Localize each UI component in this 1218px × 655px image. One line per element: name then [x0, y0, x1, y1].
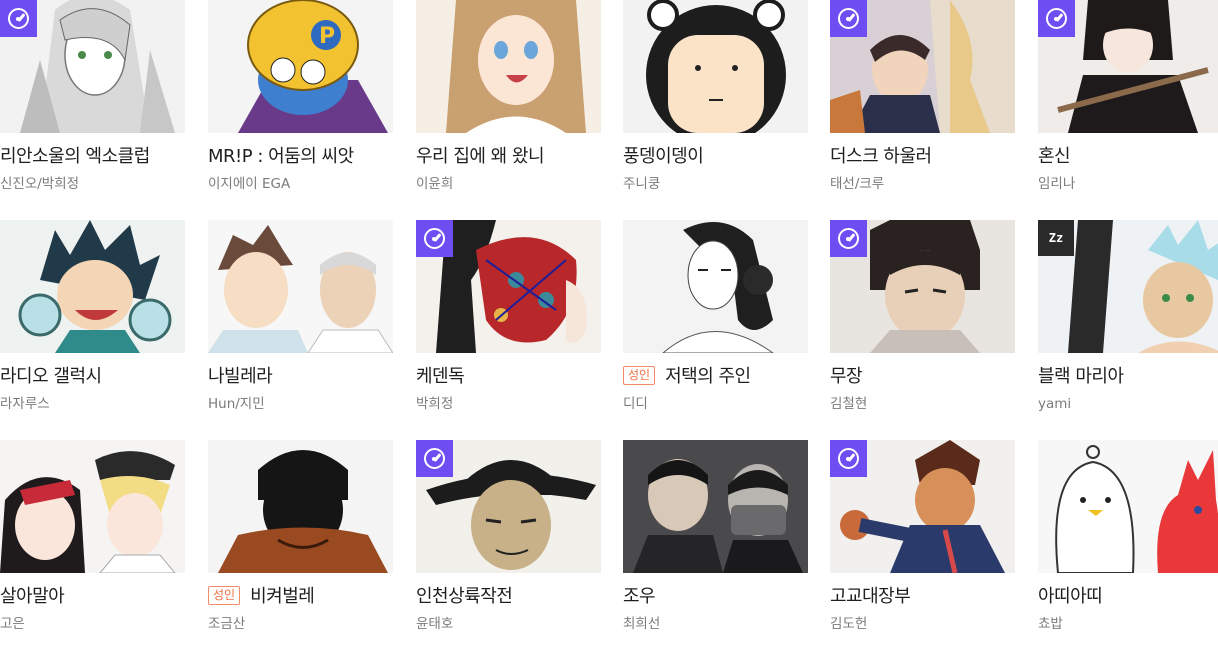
svg-text:P: P [319, 24, 335, 49]
webtoon-card[interactable]: 나빌레라 Hun/지민 [208, 220, 393, 435]
webtoon-author: yami [1038, 396, 1072, 412]
title-text: 저택의 주인 [665, 366, 751, 387]
thumbnail[interactable]: P [208, 0, 393, 133]
webtoon-author: 임리나 [1038, 176, 1076, 192]
webtoon-card[interactable]: 무장 김철현 [830, 220, 1015, 435]
webtoon-author: 조금산 [208, 616, 246, 632]
webtoon-author: 신진오/박희정 [0, 176, 80, 192]
webtoon-author: 최희선 [623, 616, 661, 632]
clock-icon [830, 440, 867, 477]
thumbnail[interactable] [208, 440, 393, 573]
clock-icon [0, 0, 37, 37]
title-text: 케덴독 [416, 366, 465, 387]
thumbnail[interactable] [1038, 440, 1218, 573]
title-text: 리안소울의 엑소클럽 [0, 146, 150, 167]
webtoon-card[interactable]: 고교대장부 김도헌 [830, 440, 1015, 655]
title-text: 고교대장부 [830, 586, 911, 607]
webtoon-title[interactable]: 조우 [623, 584, 813, 610]
title-text: 살아말아 [0, 586, 65, 607]
webtoon-card[interactable]: 성인 저택의 주인 디디 [623, 220, 808, 435]
webtoon-author: 고은 [0, 616, 25, 632]
webtoon-card[interactable]: 리안소울의 엑소클럽 신진오/박희정 [0, 0, 185, 215]
thumbnail[interactable] [0, 220, 185, 353]
thumbnail[interactable] [623, 220, 808, 353]
webtoon-author: 라자루스 [0, 396, 50, 412]
webtoon-title[interactable]: 혼신 [1038, 144, 1218, 170]
webtoon-author: 김철현 [830, 396, 868, 412]
webtoon-title[interactable]: 고교대장부 [830, 584, 1020, 610]
webtoon-card[interactable]: 우리 집에 왜 왔니 이윤희 [416, 0, 601, 215]
clock-icon [416, 440, 453, 477]
webtoon-card[interactable]: 혼신 임리나 [1038, 0, 1218, 215]
webtoon-title[interactable]: 성인 저택의 주인 [623, 364, 813, 390]
zz-icon: Zz [1038, 220, 1074, 256]
title-text: 조우 [623, 586, 656, 607]
thumbnail[interactable] [416, 0, 601, 133]
title-text: 아띠아띠 [1038, 586, 1103, 607]
webtoon-title[interactable]: 무장 [830, 364, 1020, 390]
webtoon-author: 김도헌 [830, 616, 868, 632]
webtoon-title[interactable]: 블랙 마리아 [1038, 364, 1218, 390]
webtoon-title[interactable]: 라디오 갤럭시 [0, 364, 190, 390]
title-text: 더스크 하울러 [830, 146, 932, 167]
title-text: 인천상륙작전 [416, 586, 513, 607]
webtoon-card[interactable]: 인천상륙작전 윤태호 [416, 440, 601, 655]
webtoon-card[interactable]: P MR!P : 어둠의 씨앗 이지에이 EGA [208, 0, 393, 215]
webtoon-title[interactable]: 풍뎅이뎅이 [623, 144, 813, 170]
webtoon-title[interactable]: MR!P : 어둠의 씨앗 [208, 144, 398, 170]
webtoon-card[interactable]: 풍뎅이뎅이 주니쿵 [623, 0, 808, 215]
webtoon-card[interactable]: Zz 블랙 마리아 yami [1038, 220, 1218, 435]
title-text: 혼신 [1038, 146, 1071, 167]
adult-badge: 성인 [623, 366, 656, 385]
webtoon-title[interactable]: 리안소울의 엑소클럽 [0, 144, 190, 170]
title-text: 라디오 갤럭시 [0, 366, 102, 387]
webtoon-title[interactable]: 우리 집에 왜 왔니 [416, 144, 606, 170]
webtoon-author: 이지에이 EGA [208, 176, 291, 192]
webtoon-author: 쵸밥 [1038, 616, 1063, 632]
webtoon-author: 디디 [623, 396, 648, 412]
webtoon-author: 박희정 [416, 396, 454, 412]
clock-icon [1038, 0, 1075, 37]
clock-icon [416, 220, 453, 257]
title-text: 무장 [830, 366, 863, 387]
webtoon-card[interactable]: 살아말아 고은 [0, 440, 185, 655]
webtoon-card[interactable]: 라디오 갤럭시 라자루스 [0, 220, 185, 435]
thumbnail[interactable] [623, 0, 808, 133]
webtoon-title[interactable]: 케덴독 [416, 364, 606, 390]
webtoon-card[interactable]: 더스크 하울러 태선/크루 [830, 0, 1015, 215]
adult-badge: 성인 [208, 586, 241, 605]
title-text: 풍뎅이뎅이 [623, 146, 704, 167]
title-text: 우리 집에 왜 왔니 [416, 146, 545, 167]
thumbnail[interactable] [623, 440, 808, 573]
webtoon-card[interactable]: 케덴독 박희정 [416, 220, 601, 435]
webtoon-author: 주니쿵 [623, 176, 661, 192]
webtoon-title[interactable]: 인천상륙작전 [416, 584, 606, 610]
webtoon-card[interactable]: 아띠아띠 쵸밥 [1038, 440, 1218, 655]
webtoon-title[interactable]: 살아말아 [0, 584, 190, 610]
title-text: 블랙 마리아 [1038, 366, 1124, 387]
clock-icon [830, 0, 867, 37]
webtoon-author: 이윤희 [416, 176, 454, 192]
webtoon-title[interactable]: 성인 비켜벌레 [208, 584, 398, 610]
webtoon-author: Hun/지민 [208, 396, 265, 412]
title-text: 나빌레라 [208, 366, 273, 387]
webtoon-card[interactable]: 조우 최희선 [623, 440, 808, 655]
webtoon-card[interactable]: 성인 비켜벌레 조금산 [208, 440, 393, 655]
title-text: 비켜벌레 [250, 586, 315, 607]
webtoon-grid: 리안소울의 엑소클럽 신진오/박희정 P MR!P : 어둠의 씨앗 이지에이 … [0, 0, 1218, 637]
thumbnail[interactable] [208, 220, 393, 353]
clock-icon [830, 220, 867, 257]
webtoon-author: 태선/크루 [830, 176, 885, 192]
webtoon-title[interactable]: 더스크 하울러 [830, 144, 1020, 170]
title-text: MR!P : 어둠의 씨앗 [208, 146, 354, 167]
webtoon-title[interactable]: 아띠아띠 [1038, 584, 1218, 610]
webtoon-title[interactable]: 나빌레라 [208, 364, 398, 390]
thumbnail[interactable] [0, 440, 185, 573]
webtoon-author: 윤태호 [416, 616, 454, 632]
